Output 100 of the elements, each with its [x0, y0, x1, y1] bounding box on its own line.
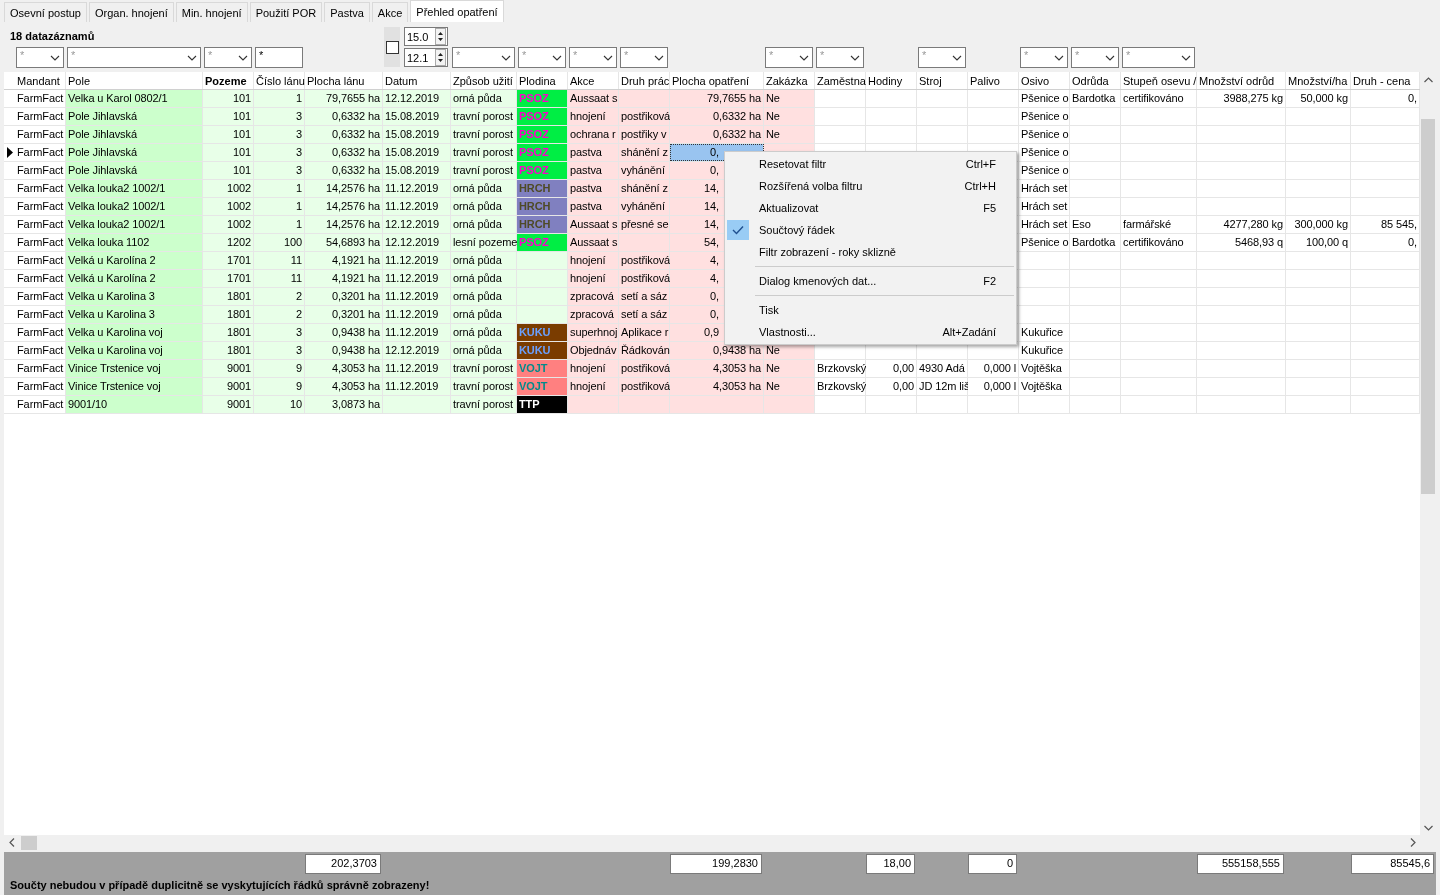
caret-icon — [952, 54, 962, 61]
table-cell: 1701 — [203, 252, 254, 269]
table-cell: Ne — [764, 108, 815, 125]
table-cell: travní porost — [451, 162, 517, 179]
table-cell: travní porost — [451, 144, 517, 161]
tab[interactable]: Osevní postup — [4, 2, 87, 22]
table-cell: 14,2576 ha — [305, 198, 383, 215]
scroll-thumb[interactable] — [1421, 119, 1435, 494]
table-cell: orná půda — [451, 252, 517, 269]
table-cell: Kukuřice — [1019, 342, 1070, 359]
column-header[interactable]: Osivo — [1019, 72, 1070, 89]
crop-code: KUKU — [519, 344, 551, 356]
column-header[interactable]: Zakázka — [764, 72, 815, 89]
table-cell: 1002 — [203, 216, 254, 233]
table-cell: 100 — [254, 234, 305, 251]
table-cell: 10 — [254, 396, 305, 413]
table-cell: FarmFact — [15, 144, 66, 161]
caret-icon — [552, 54, 562, 61]
column-header[interactable]: Stroj — [917, 72, 968, 89]
caret-icon — [238, 54, 248, 61]
table-cell: shánění z — [619, 180, 670, 197]
table-cell: Brzkovský — [815, 360, 866, 377]
column-header[interactable]: Plocha lánu — [305, 72, 383, 89]
table-cell: 12.12.2019 — [383, 216, 451, 233]
column-header[interactable]: Pole — [66, 72, 203, 89]
table-cell: 11.12.2019 — [383, 378, 451, 395]
column-header[interactable]: Stupeň osevu / — [1121, 72, 1197, 89]
table-cell: FarmFact — [15, 378, 66, 395]
column-header[interactable]: Množství/ha — [1286, 72, 1351, 89]
table-cell: postřiková — [619, 108, 670, 125]
table-cell: 0,3201 ha — [305, 306, 383, 323]
table-cell: Ne — [764, 90, 815, 107]
column-header[interactable]: Druh prác — [619, 72, 670, 89]
table-cell: 0,6332 ha — [305, 144, 383, 161]
table-cell: FarmFact — [15, 90, 66, 107]
table-cell: Brzkovský — [815, 378, 866, 395]
tab[interactable]: Min. hnojení — [175, 2, 248, 22]
spin-arrows-icon[interactable] — [435, 49, 446, 66]
column-header[interactable]: Plocha opatření — [670, 72, 764, 89]
table-cell: 11.12.2019 — [383, 252, 451, 269]
table-cell: FarmFact — [15, 396, 66, 413]
table-cell: 0,6332 ha — [305, 162, 383, 179]
table-cell: Vojtěška — [1019, 360, 1070, 377]
table-cell: Ne — [764, 360, 815, 377]
caret-up-icon[interactable] — [1423, 77, 1433, 83]
table-cell: certifikováno — [1121, 90, 1197, 107]
table-cell: 3 — [254, 324, 305, 341]
tab[interactable]: Organ. hnojení — [88, 2, 174, 22]
column-header[interactable]: Číslo lánu — [254, 72, 305, 89]
tab[interactable]: Pastva — [324, 2, 370, 22]
spin-arrows-icon[interactable] — [435, 28, 446, 45]
table-cell: 101 — [203, 90, 254, 107]
table-cell: 54,6893 ha — [305, 234, 383, 251]
date-spinner[interactable]: 12.1 — [404, 48, 448, 67]
table-cell: FarmFact — [15, 180, 66, 197]
checkbox[interactable] — [385, 40, 399, 54]
tab[interactable]: Přehled opatření — [410, 0, 504, 22]
table-cell: 1 — [254, 90, 305, 107]
table-cell: Velka u Karolina 3 — [66, 306, 203, 323]
table-cell: Aussaat s — [568, 234, 619, 251]
tab[interactable]: Akce — [371, 2, 409, 22]
table-cell: postřiková — [619, 252, 670, 269]
column-header[interactable]: Plodina — [517, 72, 568, 89]
table-cell: 2 — [254, 306, 305, 323]
column-header[interactable]: Datum — [383, 72, 451, 89]
caret-right-icon[interactable] — [1410, 838, 1416, 847]
table-cell: 3 — [254, 108, 305, 125]
column-header[interactable]: Hodiny — [866, 72, 917, 89]
column-header[interactable]: Palivo — [968, 72, 1019, 89]
column-header[interactable]: Odrůda — [1070, 72, 1121, 89]
column-header[interactable]: Zaměstna — [815, 72, 866, 89]
column-header[interactable]: Mandant — [15, 72, 66, 89]
date-spinner[interactable]: 15.0 — [404, 27, 448, 46]
table-cell: 3,0873 ha — [305, 396, 383, 413]
tab[interactable]: Použití POR — [249, 2, 323, 22]
table-cell: Hrách set — [1019, 216, 1070, 233]
table-cell: travní porost — [451, 126, 517, 143]
table-cell: FarmFact — [15, 234, 66, 251]
table-cell: Vinice Trstenice voj — [66, 378, 203, 395]
caret-down-icon[interactable] — [1423, 825, 1433, 831]
table-cell: postřiky v — [619, 126, 670, 143]
table-cell: hnojení — [568, 360, 619, 377]
filter-field[interactable]: * — [255, 47, 303, 68]
table-cell: Pole Jihlavská — [66, 144, 203, 161]
caret-left-icon[interactable] — [9, 838, 15, 847]
column-header[interactable]: Druh - cena — [1351, 72, 1420, 89]
table-cell: FarmFact — [15, 324, 66, 341]
total-field: 202,3703 — [305, 854, 381, 874]
table-cell: 9 — [254, 360, 305, 377]
column-header[interactable]: Akce — [568, 72, 619, 89]
table-cell: hnojení — [568, 378, 619, 395]
menu-item[interactable]: Součtový řádek — [725, 219, 1016, 241]
column-header[interactable]: Způsob užití — [451, 72, 517, 89]
table-cell: setí a sáz — [619, 288, 670, 305]
scroll-thumb[interactable] — [21, 835, 37, 850]
column-header[interactable]: Množství odrůd — [1197, 72, 1286, 89]
table-cell: 79,7655 ha — [305, 90, 383, 107]
table-cell: 0,000 l — [968, 378, 1019, 395]
column-header[interactable]: Pozeme — [203, 72, 254, 89]
crop-code: VOJT — [519, 380, 548, 392]
